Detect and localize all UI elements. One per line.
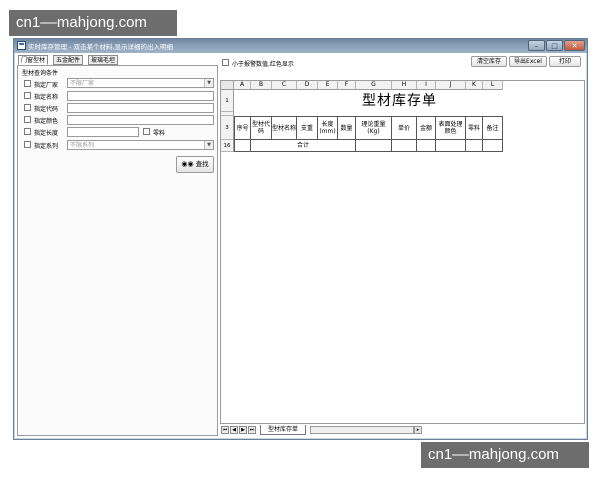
series-select[interactable]: 不限系列 ▼ (67, 140, 214, 150)
table-header-cell: 单价 (392, 116, 417, 140)
table-header-cell: 理论重量(Kg) (356, 116, 392, 140)
next-sheet-icon[interactable]: ▶ (239, 426, 247, 434)
print-button[interactable]: 打印 (549, 56, 581, 67)
sheet-tab-bar: ⏮ ◀ ▶ ⏭ 型材库存单 ▸ (220, 425, 585, 436)
title-bar: 实时库存管理 - 双击某个材料,显示详细的出入明细 – □ ✕ (14, 39, 587, 53)
name-checkbox[interactable] (24, 92, 31, 99)
search-button[interactable]: ◉◉ 查找 (176, 156, 214, 173)
table-header-cell: 型材名称 (272, 116, 297, 140)
table-header-cell: 表面处理颜色 (436, 116, 466, 140)
total-row-cell (417, 140, 436, 152)
color-input[interactable] (67, 115, 214, 125)
total-row-cell (338, 140, 356, 152)
query-group-label: 型材查询条件 (22, 70, 59, 77)
table-header-cell: 备注 (483, 116, 503, 140)
total-row-number-cell (234, 140, 251, 152)
scroll-right-icon[interactable]: ▸ (414, 426, 422, 434)
last-sheet-icon[interactable]: ⏭ (248, 426, 256, 434)
code-checkbox[interactable] (24, 104, 31, 111)
sheet-tab-label: 型材库存单 (267, 426, 298, 433)
close-button[interactable]: ✕ (564, 40, 585, 51)
sheet-corner (221, 81, 234, 90)
row-header: 1 (221, 90, 234, 112)
chevron-down-icon: ▼ (204, 79, 213, 87)
column-header: E (318, 81, 338, 90)
horizontal-scrollbar[interactable] (310, 426, 414, 434)
total-row-cell (356, 140, 392, 152)
column-header: D (297, 81, 318, 90)
window-title: 实时库存管理 - 双击某个材料,显示详细的出入明细 (28, 43, 174, 51)
table-header-cell: 数量 (338, 116, 356, 140)
series-checkbox[interactable] (24, 141, 31, 148)
column-header: K (466, 81, 483, 90)
client-area: 门窗型材 五金配件 玻璃毛坦 型材查询条件 指定厂家 不限厂家 ▼ 指定名称 指… (15, 53, 586, 438)
table-header-cell: 型材代码 (251, 116, 272, 140)
row-header: 16 (221, 140, 234, 152)
prev-sheet-icon[interactable]: ◀ (230, 426, 238, 434)
column-header: B (251, 81, 272, 90)
query-panel: 型材查询条件 指定厂家 不限厂家 ▼ 指定名称 指定代码 指定颜色 指定长度 零… (17, 65, 218, 436)
manufacturer-checkbox[interactable] (24, 80, 31, 87)
series-label: 指定系列 (34, 143, 59, 150)
first-sheet-icon[interactable]: ⏮ (221, 426, 229, 434)
app-icon (17, 41, 26, 50)
table-header-cell: 支重 (297, 116, 318, 140)
total-row-cell (483, 140, 503, 152)
name-input[interactable] (67, 91, 214, 101)
manufacturer-label: 指定厂家 (34, 82, 59, 89)
scrap-label: 零料 (153, 130, 166, 137)
column-header: C (272, 81, 297, 90)
manufacturer-select[interactable]: 不限厂家 ▼ (67, 78, 214, 88)
total-row-cell (466, 140, 483, 152)
binoculars-icon: ◉◉ (181, 160, 194, 168)
app-window: 实时库存管理 - 双击某个材料,显示详细的出入明细 – □ ✕ 门窗型材 五金配… (13, 38, 588, 440)
minimize-button[interactable]: – (528, 40, 545, 51)
manufacturer-value: 不限厂家 (70, 80, 95, 87)
name-label: 指定名称 (34, 94, 59, 101)
alarm-checkbox[interactable] (222, 59, 229, 66)
column-header: G (356, 81, 392, 90)
column-header: L (483, 81, 503, 90)
table-header-cell: 金额 (417, 116, 436, 140)
column-header: I (417, 81, 436, 90)
maximize-button[interactable]: □ (546, 40, 563, 51)
column-header: H (392, 81, 417, 90)
sheet-tab[interactable]: 型材库存单 (260, 425, 306, 435)
column-header: J (436, 81, 466, 90)
clear-stock-button[interactable]: 清空库存 (471, 56, 507, 67)
alarm-label: 小于报警数值,红色显示 (232, 61, 294, 68)
tab-hardware[interactable]: 五金配件 (53, 55, 84, 65)
tab-window-profiles[interactable]: 门窗型材 (18, 55, 49, 65)
tab-glass-strips[interactable]: 玻璃毛坦 (88, 55, 119, 65)
scrap-checkbox[interactable] (143, 128, 150, 135)
total-row-cell (436, 140, 466, 152)
length-input[interactable] (67, 127, 139, 137)
export-excel-button[interactable]: 导出Excel (509, 56, 547, 67)
watermark-top: cn1––mahjong.com (9, 10, 177, 36)
search-button-label: 查找 (195, 160, 209, 168)
code-input[interactable] (67, 103, 214, 113)
watermark-bottom: cn1––mahjong.com (421, 442, 589, 468)
color-checkbox[interactable] (24, 116, 31, 123)
code-label: 指定代码 (34, 106, 59, 113)
chevron-down-icon: ▼ (204, 141, 213, 149)
column-header: A (234, 81, 251, 90)
length-checkbox[interactable] (24, 128, 31, 135)
series-value: 不限系列 (70, 142, 95, 149)
row-header: 3 (221, 116, 234, 140)
column-header: F (338, 81, 356, 90)
spreadsheet[interactable]: ABCDEFGHIJKL 1 2 3 16 型材库存单 序号型材代码型材名称支重… (220, 80, 585, 424)
length-label: 指定长度 (34, 130, 59, 137)
table-header-cell: 序号 (234, 116, 251, 140)
color-label: 指定颜色 (34, 118, 59, 125)
table-header-cell: 零料 (466, 116, 483, 140)
table-header-cell: 长度 (mm) (318, 116, 338, 140)
sheet-title: 型材库存单 (362, 93, 437, 109)
total-row-cell (392, 140, 417, 152)
